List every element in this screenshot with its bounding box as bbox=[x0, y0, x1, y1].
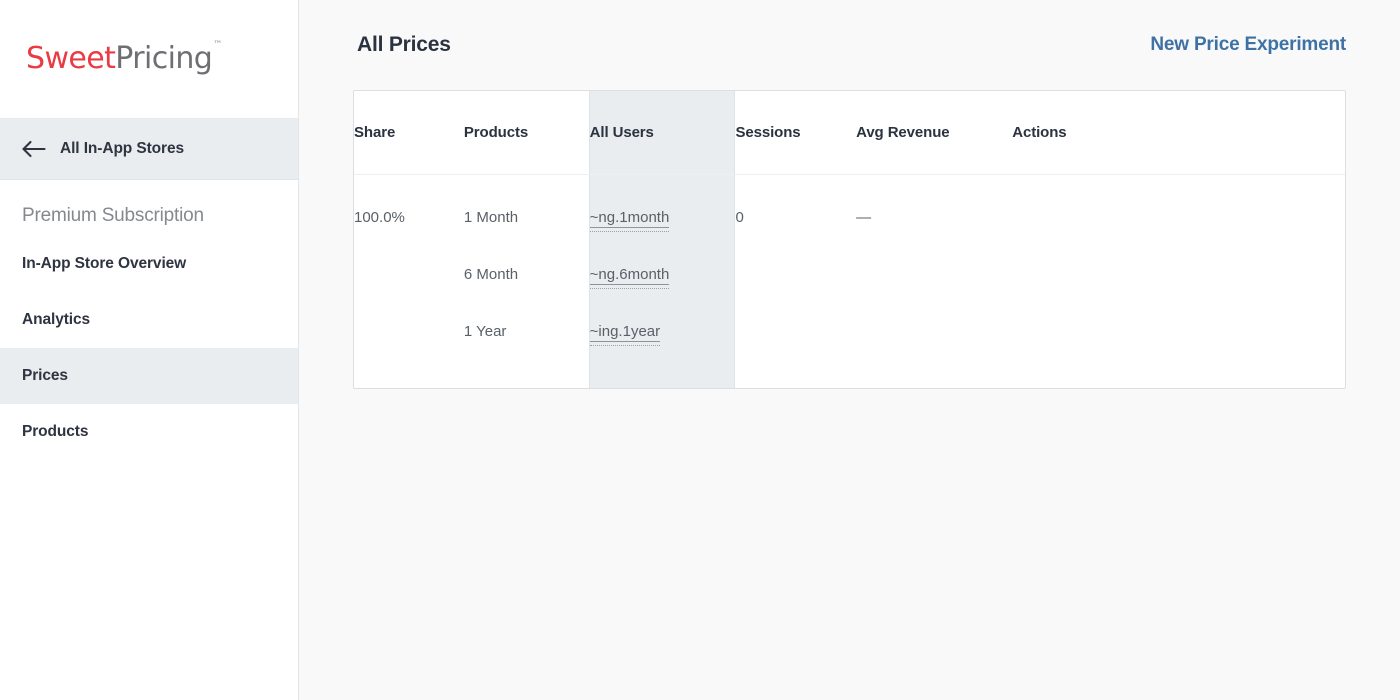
column-header-products: Products bbox=[463, 91, 590, 175]
cell-sessions: 0 bbox=[735, 174, 856, 388]
price-variant-link[interactable]: ~ng.1month bbox=[589, 208, 670, 228]
new-price-experiment-link[interactable]: New Price Experiment bbox=[1150, 34, 1346, 56]
back-to-all-stores-label: All In-App Stores bbox=[60, 140, 185, 157]
price-variant-link[interactable]: ~ng.6month bbox=[589, 265, 670, 285]
prices-table-card: Share Products All Users Sessions Avg Re… bbox=[353, 90, 1346, 389]
column-header-sessions: Sessions bbox=[734, 91, 857, 175]
app-root: SweetPricing™ All In-App Stores Premium … bbox=[0, 0, 1400, 700]
brand-name-secondary: Pricing bbox=[115, 41, 213, 76]
cell-products: 1 Month 6 Month 1 Year bbox=[464, 174, 589, 388]
sidebar-item-in-app-store-overview[interactable]: In-App Store Overview bbox=[0, 236, 298, 292]
main-content: All Prices New Price Experiment Share Pr… bbox=[299, 0, 1400, 700]
table-header-row: Share Products All Users Sessions Avg Re… bbox=[354, 91, 1345, 175]
brand-name-primary: Sweet bbox=[26, 41, 116, 76]
sidebar-section-label: Premium Subscription bbox=[22, 205, 204, 226]
sidebar-item-analytics[interactable]: Analytics bbox=[0, 292, 298, 348]
cell-actions bbox=[1012, 174, 1345, 388]
table-row: 100.0% 1 Month 6 Month 1 Year ~ng.1month… bbox=[354, 174, 1345, 388]
price-variant-link[interactable]: ~ing.1year bbox=[589, 322, 661, 342]
sidebar-item-products[interactable]: Products bbox=[0, 404, 298, 460]
prices-table: Share Products All Users Sessions Avg Re… bbox=[354, 91, 1345, 388]
sidebar: SweetPricing™ All In-App Stores Premium … bbox=[0, 0, 299, 700]
product-name: 1 Year bbox=[463, 322, 507, 340]
brand-logo-text: SweetPricing™ bbox=[26, 41, 222, 76]
trademark-symbol: ™ bbox=[213, 40, 223, 50]
share-value: 100.0% bbox=[354, 208, 405, 226]
back-to-all-stores-button[interactable]: All In-App Stores bbox=[0, 119, 298, 180]
arrow-left-icon bbox=[22, 140, 46, 158]
sidebar-item-prices[interactable]: Prices bbox=[0, 348, 298, 404]
cell-share: 100.0% bbox=[354, 174, 464, 388]
column-header-avg-revenue: Avg Revenue bbox=[856, 91, 1013, 175]
actions-value bbox=[1012, 189, 1345, 246]
column-header-share: Share bbox=[354, 91, 464, 175]
prices-table-head: Share Products All Users Sessions Avg Re… bbox=[354, 91, 1345, 175]
prices-table-body: 100.0% 1 Month 6 Month 1 Year ~ng.1month… bbox=[354, 174, 1345, 388]
avg-revenue-value: — bbox=[856, 208, 872, 226]
column-header-actions: Actions bbox=[1012, 91, 1345, 175]
column-header-all-users: All Users bbox=[588, 91, 736, 175]
page-header: All Prices New Price Experiment bbox=[331, 0, 1368, 90]
cell-avg-revenue: — bbox=[856, 174, 1012, 388]
brand-logo[interactable]: SweetPricing™ bbox=[0, 0, 298, 119]
product-name: 6 Month bbox=[463, 265, 519, 283]
page-title: All Prices bbox=[357, 33, 451, 56]
sessions-value: 0 bbox=[735, 208, 744, 226]
cell-all-users: ~ng.1month ~ng.6month ~ing.1year bbox=[588, 174, 736, 388]
sidebar-nav: Premium Subscription In-App Store Overvi… bbox=[0, 180, 298, 460]
product-name: 1 Month bbox=[463, 208, 519, 226]
